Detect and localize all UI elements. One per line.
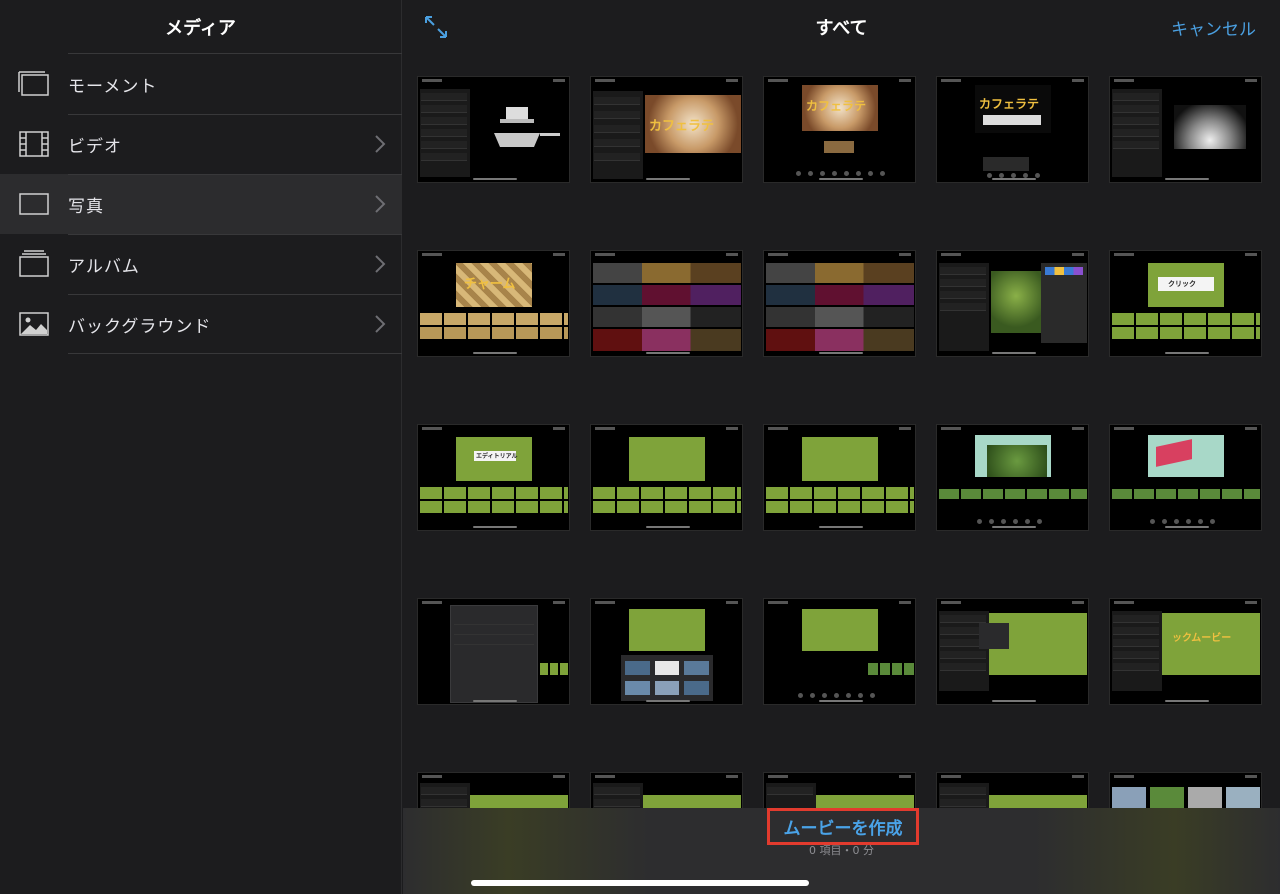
page-title: すべて bbox=[815, 18, 868, 39]
photo-thumbnail[interactable]: チャーム bbox=[417, 250, 570, 357]
photo-thumbnail[interactable] bbox=[1109, 424, 1262, 531]
photo-thumbnail[interactable] bbox=[1109, 76, 1262, 183]
album-stack-icon bbox=[19, 250, 49, 277]
photo-thumbnail[interactable] bbox=[417, 772, 570, 808]
photo-thumbnail[interactable] bbox=[936, 772, 1089, 808]
sidebar-item-moments[interactable]: モーメント bbox=[0, 53, 402, 114]
photo-thumbnail[interactable] bbox=[936, 598, 1089, 705]
photo-thumbnail[interactable]: カフェラテ bbox=[763, 76, 916, 183]
cancel-button[interactable]: キャンセル bbox=[1171, 0, 1256, 54]
thumbnail-caption: カフェラテ bbox=[806, 99, 867, 113]
moments-icon bbox=[18, 71, 49, 96]
chevron-right-icon bbox=[375, 135, 386, 153]
sidebar-item-label: モーメント bbox=[68, 76, 158, 97]
photo-thumbnail[interactable] bbox=[590, 250, 743, 357]
sidebar-item-photos[interactable]: 写真 bbox=[0, 174, 402, 234]
photo-thumbnail[interactable] bbox=[1109, 772, 1262, 808]
film-icon bbox=[19, 131, 49, 157]
photo-thumbnail[interactable]: エディトリアル bbox=[417, 424, 570, 531]
thumbnail-caption: カフェラテ bbox=[649, 119, 715, 134]
photo-thumbnail[interactable]: カフェラテ bbox=[936, 76, 1089, 183]
photo-thumbnail[interactable] bbox=[417, 76, 570, 183]
sidebar-item-label: バックグラウンド bbox=[68, 316, 212, 337]
make-movie-button[interactable]: ムービーを作成 bbox=[767, 808, 919, 845]
sidebar-title: メディア bbox=[165, 18, 236, 39]
photo-thumbnail[interactable] bbox=[936, 250, 1089, 357]
photo-thumbnail[interactable] bbox=[590, 772, 743, 808]
chevron-right-icon bbox=[375, 315, 386, 333]
photo-thumbnail[interactable] bbox=[763, 772, 916, 808]
photo-thumbnail[interactable] bbox=[590, 598, 743, 705]
photo-frame-icon bbox=[19, 193, 49, 215]
media-browser: すべて キャンセル カフェラテ カフェラテ カフェラテ チャーム クリック エデ… bbox=[403, 0, 1280, 894]
thumbnail-caption: エディトリアル bbox=[476, 453, 518, 460]
sidebar-item-label: 写真 bbox=[68, 196, 104, 217]
chevron-right-icon bbox=[375, 255, 386, 273]
photo-thumbnail[interactable] bbox=[936, 424, 1089, 531]
sidebar-item-label: アルバム bbox=[68, 256, 140, 277]
thumbnail-caption: ックムービー bbox=[1172, 633, 1232, 644]
top-bar: すべて キャンセル bbox=[403, 0, 1280, 54]
bottom-bar: ムービーを作成 0 項目・0 分 bbox=[403, 808, 1280, 894]
photo-thumbnail[interactable] bbox=[763, 598, 916, 705]
selection-count: 0 項目・0 分 bbox=[809, 844, 874, 857]
pot-illustration bbox=[494, 107, 560, 147]
landscape-image-icon bbox=[19, 312, 49, 336]
sidebar-item-albums[interactable]: アルバム bbox=[0, 234, 402, 294]
home-indicator[interactable] bbox=[471, 880, 809, 886]
sidebar-item-background[interactable]: バックグラウンド bbox=[0, 294, 402, 354]
thumbnail-caption: クリック bbox=[1168, 280, 1196, 288]
sidebar-item-label: ビデオ bbox=[68, 136, 122, 157]
thumbnail-caption: カフェラテ bbox=[979, 97, 1040, 111]
photo-thumbnail[interactable] bbox=[763, 424, 916, 531]
photo-thumbnail[interactable]: ックムービー bbox=[1109, 598, 1262, 705]
photo-thumbnail[interactable] bbox=[590, 424, 743, 531]
photo-grid: カフェラテ カフェラテ カフェラテ チャーム クリック エディトリアル ックムー… bbox=[417, 76, 1267, 808]
photo-thumbnail[interactable] bbox=[417, 598, 570, 705]
sidebar-item-video[interactable]: ビデオ bbox=[0, 114, 402, 174]
photo-thumbnail[interactable] bbox=[763, 250, 916, 357]
sidebar: メディア モーメント ビデオ 写真 アルバム バックグラウンド bbox=[0, 0, 402, 894]
chevron-right-icon bbox=[375, 195, 386, 213]
photo-thumbnail[interactable]: クリック bbox=[1109, 250, 1262, 357]
photo-thumbnail[interactable]: カフェラテ bbox=[590, 76, 743, 183]
thumbnail-caption: チャーム bbox=[464, 277, 516, 292]
sidebar-list: モーメント ビデオ 写真 アルバム バックグラウンド bbox=[0, 53, 402, 354]
